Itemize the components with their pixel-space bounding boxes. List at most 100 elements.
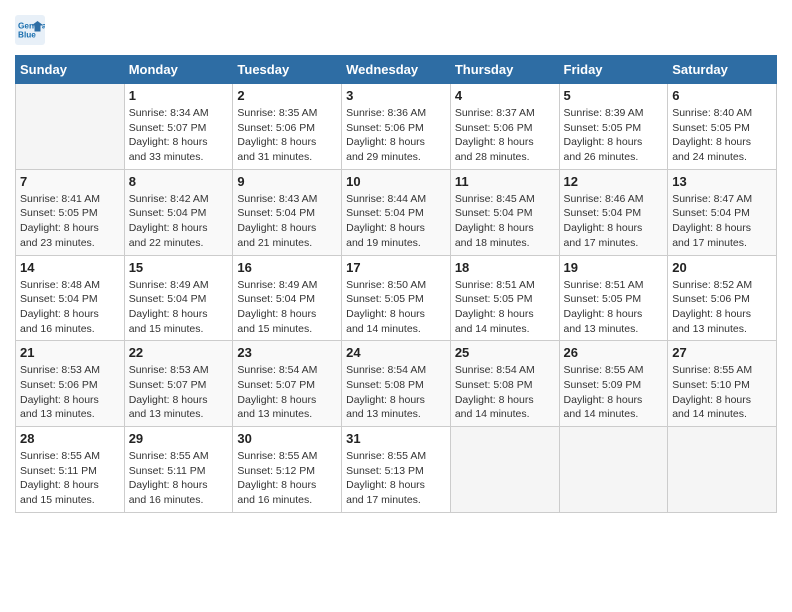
page-header: General Blue [15,15,777,45]
weekday-header-row: SundayMondayTuesdayWednesdayThursdayFrid… [16,56,777,84]
weekday-header-cell: Tuesday [233,56,342,84]
calendar-day-cell: 7 Sunrise: 8:41 AMSunset: 5:05 PMDaylight… [16,169,125,255]
day-number: 31 [346,431,446,446]
weekday-header-cell: Thursday [450,56,559,84]
calendar-day-cell [16,84,125,170]
calendar-day-cell: 13 Sunrise: 8:47 AMSunset: 5:04 PMDayligh… [668,169,777,255]
weekday-header-cell: Friday [559,56,668,84]
day-number: 21 [20,345,120,360]
day-number: 25 [455,345,555,360]
day-info: Sunrise: 8:55 AMSunset: 5:11 PMDaylight:… [129,449,229,508]
calendar-day-cell: 16 Sunrise: 8:49 AMSunset: 5:04 PMDayligh… [233,255,342,341]
day-number: 7 [20,174,120,189]
day-number: 19 [564,260,664,275]
calendar-day-cell: 18Sunrise: 8:51 AMSunset: 5:05 PMDayligh… [450,255,559,341]
calendar-day-cell: 8Sunrise: 8:42 AMSunset: 5:04 PMDaylight… [124,169,233,255]
day-number: 22 [129,345,229,360]
day-number: 3 [346,88,446,103]
calendar-day-cell: 29 Sunrise: 8:55 AMSunset: 5:11 PMDayligh… [124,427,233,513]
day-info: Sunrise: 8:54 AMSunset: 5:08 PMDaylight:… [455,363,555,422]
weekday-header-cell: Wednesday [342,56,451,84]
calendar-day-cell [559,427,668,513]
day-number: 23 [237,345,337,360]
day-number: 16 [237,260,337,275]
day-number: 9 [237,174,337,189]
day-info: Sunrise: 8:49 AMSunset: 5:04 PMDaylight:… [237,278,337,337]
day-number: 29 [129,431,229,446]
calendar-day-cell: 15 Sunrise: 8:49 AMSunset: 5:04 PMDayligh… [124,255,233,341]
logo-icon: General Blue [15,15,45,45]
svg-text:General: General [18,22,45,31]
calendar-day-cell: 24 Sunrise: 8:54 AMSunset: 5:08 PMDayligh… [342,341,451,427]
day-info: Sunrise: 8:45 AMSunset: 5:04 PMDaylight:… [455,192,555,251]
day-info: Sunrise: 8:51 AMSunset: 5:05 PMDaylight:… [564,278,664,337]
calendar-day-cell [668,427,777,513]
day-info: Sunrise: 8:44 AMSunset: 5:04 PMDaylight:… [346,192,446,251]
day-info: Sunrise: 8:55 AMSunset: 5:11 PMDaylight:… [20,449,120,508]
day-info: Sunrise: 8:37 AMSunset: 5:06 PMDaylight:… [455,106,555,165]
day-info: Sunrise: 8:41 AMSunset: 5:05 PMDaylight:… [20,192,120,251]
calendar-day-cell: 14Sunrise: 8:48 AMSunset: 5:04 PMDayligh… [16,255,125,341]
day-info: Sunrise: 8:42 AMSunset: 5:04 PMDaylight:… [129,192,229,251]
day-info: Sunrise: 8:36 AMSunset: 5:06 PMDaylight:… [346,106,446,165]
day-number: 20 [672,260,772,275]
calendar-day-cell: 4 Sunrise: 8:37 AMSunset: 5:06 PMDaylight… [450,84,559,170]
day-number: 2 [237,88,337,103]
day-number: 30 [237,431,337,446]
day-number: 13 [672,174,772,189]
calendar-day-cell: 6Sunrise: 8:40 AMSunset: 5:05 PMDaylight… [668,84,777,170]
day-info: Sunrise: 8:55 AMSunset: 5:10 PMDaylight:… [672,363,772,422]
day-number: 24 [346,345,446,360]
day-number: 12 [564,174,664,189]
day-info: Sunrise: 8:55 AMSunset: 5:12 PMDaylight:… [237,449,337,508]
day-number: 4 [455,88,555,103]
day-info: Sunrise: 8:54 AMSunset: 5:08 PMDaylight:… [346,363,446,422]
logo: General Blue [15,15,49,45]
day-info: Sunrise: 8:40 AMSunset: 5:05 PMDaylight:… [672,106,772,165]
calendar-day-cell [450,427,559,513]
calendar-day-cell: 11 Sunrise: 8:45 AMSunset: 5:04 PMDayligh… [450,169,559,255]
calendar-week-row: 28 Sunrise: 8:55 AMSunset: 5:11 PMDayligh… [16,427,777,513]
day-number: 1 [129,88,229,103]
day-number: 27 [672,345,772,360]
calendar-day-cell: 19 Sunrise: 8:51 AMSunset: 5:05 PMDayligh… [559,255,668,341]
calendar-day-cell: 27 Sunrise: 8:55 AMSunset: 5:10 PMDayligh… [668,341,777,427]
day-number: 26 [564,345,664,360]
calendar-body: 1 Sunrise: 8:34 AMSunset: 5:07 PMDaylight… [16,84,777,513]
calendar-day-cell: 21Sunrise: 8:53 AMSunset: 5:06 PMDayligh… [16,341,125,427]
day-info: Sunrise: 8:52 AMSunset: 5:06 PMDaylight:… [672,278,772,337]
day-number: 10 [346,174,446,189]
day-info: Sunrise: 8:43 AMSunset: 5:04 PMDaylight:… [237,192,337,251]
calendar-week-row: 7 Sunrise: 8:41 AMSunset: 5:05 PMDaylight… [16,169,777,255]
calendar-day-cell: 9 Sunrise: 8:43 AMSunset: 5:04 PMDaylight… [233,169,342,255]
day-number: 5 [564,88,664,103]
day-info: Sunrise: 8:46 AMSunset: 5:04 PMDaylight:… [564,192,664,251]
calendar-day-cell: 10 Sunrise: 8:44 AMSunset: 5:04 PMDayligh… [342,169,451,255]
day-info: Sunrise: 8:39 AMSunset: 5:05 PMDaylight:… [564,106,664,165]
day-number: 17 [346,260,446,275]
svg-text:Blue: Blue [18,31,36,40]
day-number: 15 [129,260,229,275]
day-info: Sunrise: 8:47 AMSunset: 5:04 PMDaylight:… [672,192,772,251]
calendar-day-cell: 23 Sunrise: 8:54 AMSunset: 5:07 PMDayligh… [233,341,342,427]
weekday-header-cell: Monday [124,56,233,84]
calendar-day-cell: 12 Sunrise: 8:46 AMSunset: 5:04 PMDayligh… [559,169,668,255]
calendar-week-row: 14Sunrise: 8:48 AMSunset: 5:04 PMDayligh… [16,255,777,341]
day-info: Sunrise: 8:49 AMSunset: 5:04 PMDaylight:… [129,278,229,337]
calendar-day-cell: 2Sunrise: 8:35 AMSunset: 5:06 PMDaylight… [233,84,342,170]
day-number: 11 [455,174,555,189]
calendar-table: SundayMondayTuesdayWednesdayThursdayFrid… [15,55,777,513]
day-info: Sunrise: 8:34 AMSunset: 5:07 PMDaylight:… [129,106,229,165]
day-info: Sunrise: 8:54 AMSunset: 5:07 PMDaylight:… [237,363,337,422]
day-number: 18 [455,260,555,275]
weekday-header-cell: Saturday [668,56,777,84]
weekday-header-cell: Sunday [16,56,125,84]
day-info: Sunrise: 8:48 AMSunset: 5:04 PMDaylight:… [20,278,120,337]
day-info: Sunrise: 8:55 AMSunset: 5:09 PMDaylight:… [564,363,664,422]
calendar-day-cell: 1 Sunrise: 8:34 AMSunset: 5:07 PMDaylight… [124,84,233,170]
calendar-day-cell: 20 Sunrise: 8:52 AMSunset: 5:06 PMDayligh… [668,255,777,341]
calendar-day-cell: 22Sunrise: 8:53 AMSunset: 5:07 PMDayligh… [124,341,233,427]
day-number: 28 [20,431,120,446]
calendar-day-cell: 28 Sunrise: 8:55 AMSunset: 5:11 PMDayligh… [16,427,125,513]
calendar-day-cell: 3 Sunrise: 8:36 AMSunset: 5:06 PMDaylight… [342,84,451,170]
